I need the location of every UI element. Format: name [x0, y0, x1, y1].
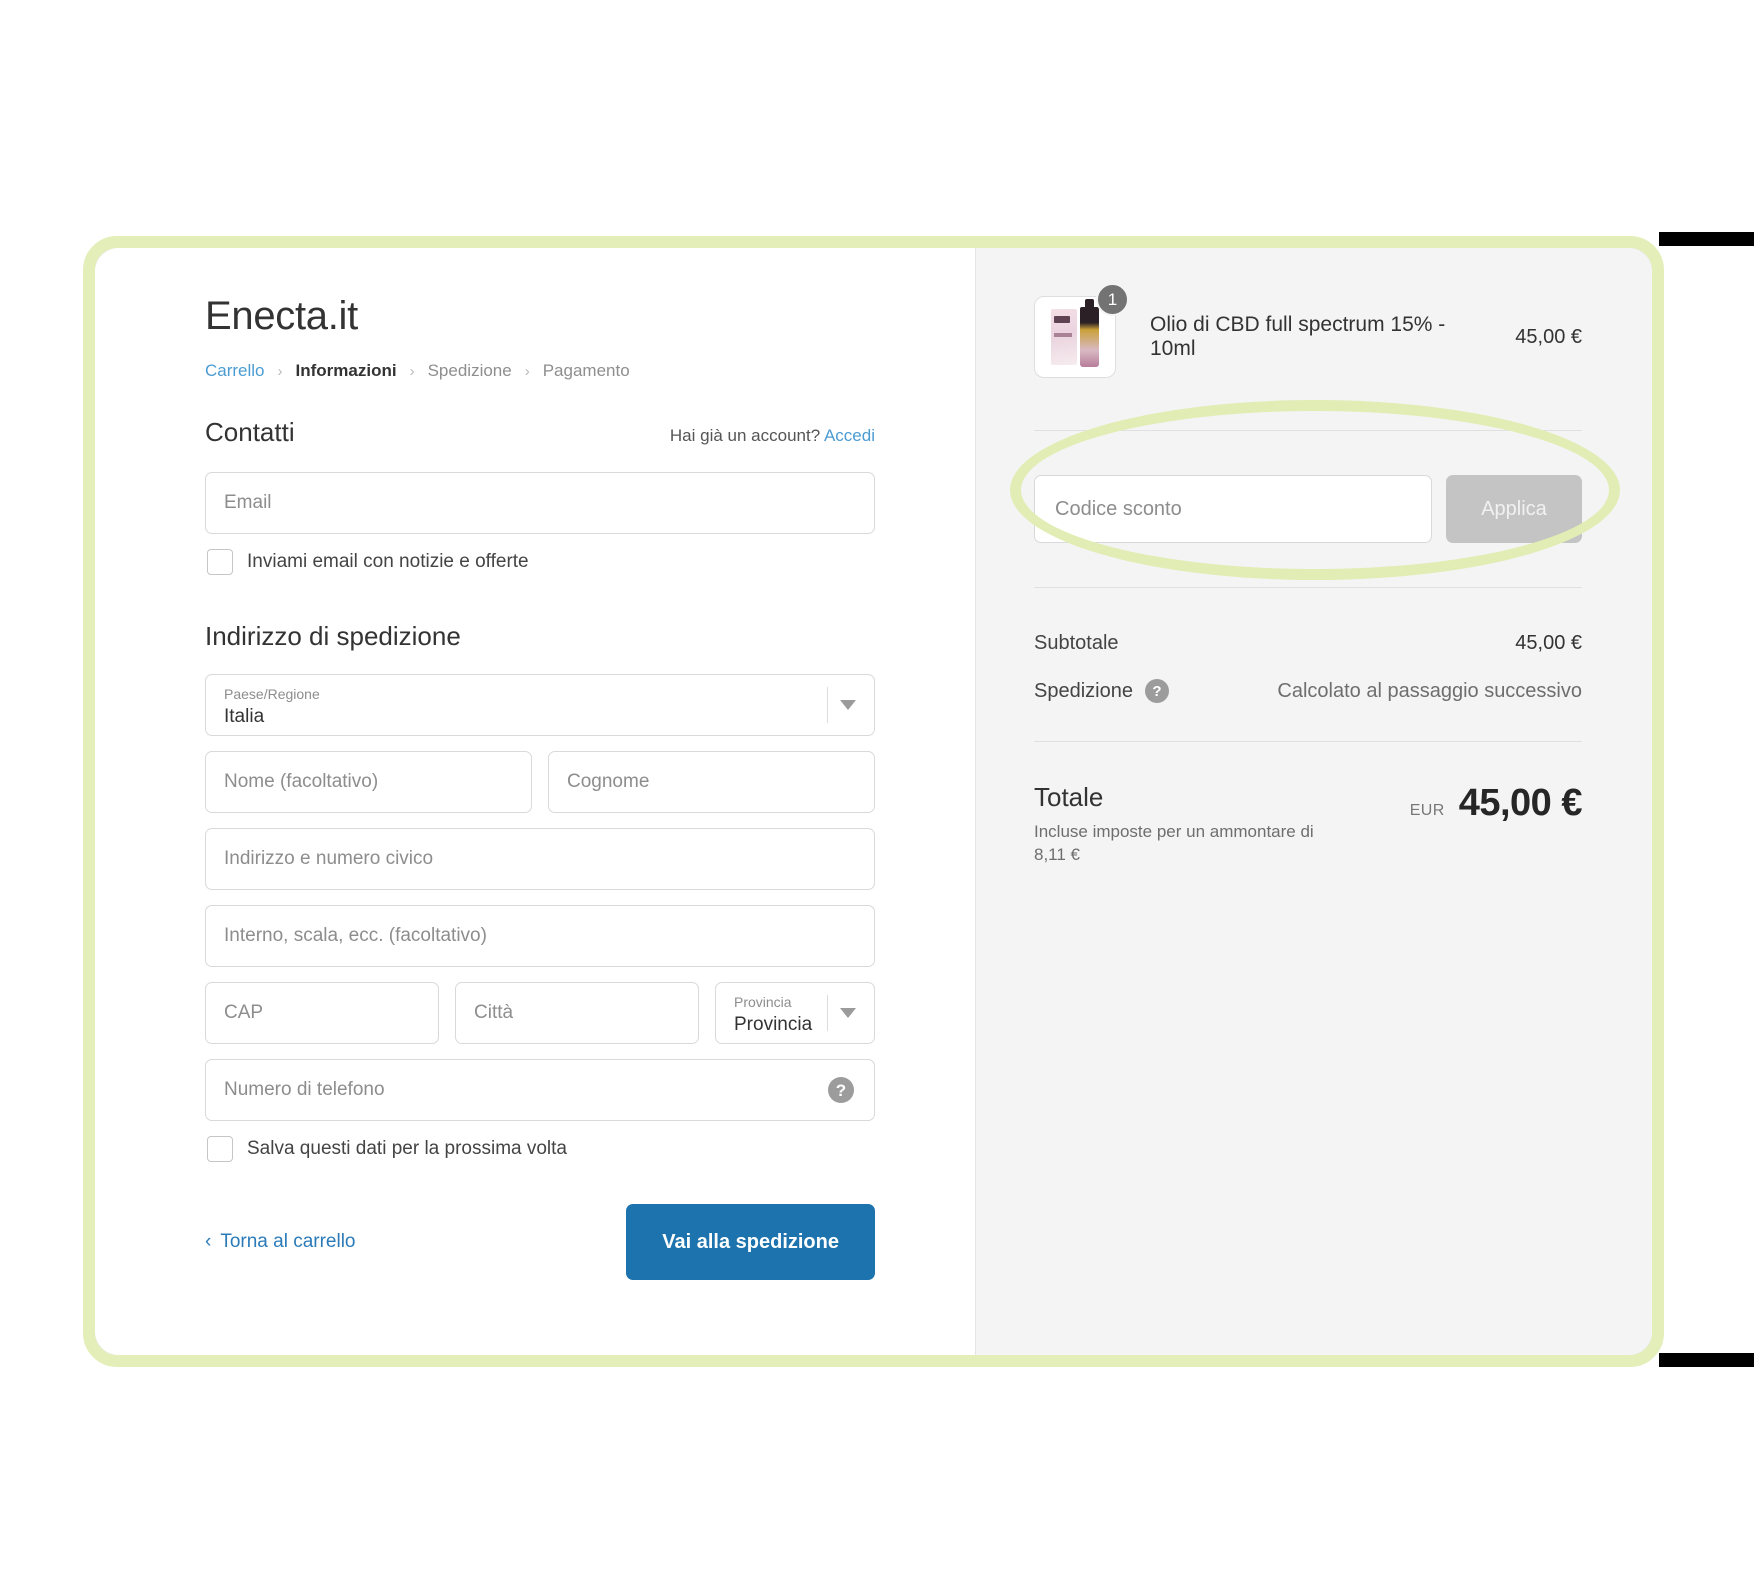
first-name-placeholder: Nome (facoltativo)	[224, 771, 379, 792]
phone-field[interactable]: Numero di telefono ?	[205, 1059, 875, 1121]
apply-discount-button[interactable]: Applica	[1446, 475, 1582, 543]
province-value: Provincia	[734, 1013, 813, 1035]
zip-placeholder: CAP	[224, 1002, 264, 1023]
order-summary-pane: 1 Olio di CBD full spectrum 15% - 10ml 4…	[975, 248, 1652, 1355]
save-info-label: Salva questi dati per la prossima volta	[247, 1138, 567, 1159]
chevron-right-icon: ›	[409, 362, 415, 380]
help-circle-icon[interactable]: ?	[1144, 679, 1169, 703]
product-name: Olio di CBD full spectrum 15% - 10ml	[1150, 313, 1446, 360]
divider-above-totals	[1034, 587, 1582, 588]
breadcrumb-item-informazioni[interactable]: Informazioni	[296, 361, 397, 381]
quantity-badge: 1	[1096, 283, 1129, 316]
product-box-icon	[1051, 309, 1077, 365]
select-divider	[827, 687, 828, 723]
address2-placeholder: Interno, scala, ecc. (facoltativo)	[224, 925, 487, 946]
annotation-bar-bottom	[1659, 1353, 1754, 1367]
email-field[interactable]: Email	[205, 472, 875, 534]
breadcrumb-item-carrello[interactable]: Carrello	[205, 361, 265, 381]
breadcrumb-item-pagamento[interactable]: Pagamento	[543, 361, 630, 381]
chevron-left-icon: ‹	[205, 1231, 212, 1252]
zip-city-province-row: CAP Città Provincia Provincia	[205, 982, 875, 1059]
back-to-cart-link[interactable]: ‹ Torna al carrello	[205, 1231, 356, 1253]
subtotal-row: Subtotale 45,00 €	[1034, 632, 1582, 655]
total-tax-note: Incluse imposte per un ammontare di 8,11…	[1034, 822, 1314, 864]
account-prompt-text: Hai già un account?	[669, 426, 821, 445]
account-prompt: Hai già un account? Accedi	[670, 426, 875, 446]
back-to-cart-label: Torna al carrello	[220, 1231, 356, 1252]
country-label: Paese/Regione	[224, 686, 320, 703]
grand-total-row: Totale Incluse imposte per un ammontare …	[1034, 782, 1583, 867]
breadcrumb-item-spedizione[interactable]: Spedizione	[428, 361, 512, 381]
discount-code-placeholder: Codice sconto	[1055, 497, 1182, 520]
country-value: Italia	[224, 705, 265, 727]
city-placeholder: Città	[474, 1002, 514, 1023]
zip-field[interactable]: CAP	[205, 982, 439, 1044]
continue-to-shipping-button[interactable]: Vai alla spedizione	[626, 1204, 875, 1280]
checkout-form-pane: Enecta.it Carrello › Informazioni › Sped…	[95, 248, 975, 1355]
form-footer: ‹ Torna al carrello Vai alla spedizione	[205, 1204, 875, 1280]
login-link[interactable]: Accedi	[824, 426, 875, 445]
province-select[interactable]: Provincia Provincia	[715, 982, 875, 1044]
annotation-bar-top	[1659, 232, 1754, 246]
newsletter-checkbox[interactable]	[207, 549, 233, 575]
shipping-label-wrap: Spedizione ?	[1034, 679, 1169, 703]
subtotal-value: 45,00 €	[1515, 632, 1582, 654]
shipping-row: Spedizione ? Calcolato al passaggio succ…	[1034, 679, 1582, 703]
chevron-down-icon	[840, 700, 856, 710]
newsletter-checkbox-row[interactable]: Inviami email con notizie e offerte	[207, 549, 875, 575]
help-circle-icon[interactable]: ?	[828, 1077, 854, 1103]
product-thumbnail-wrap: 1	[1034, 283, 1129, 378]
divider-above-discount	[1034, 430, 1582, 431]
shipping-address-title: Indirizzo di spedizione	[205, 621, 461, 651]
grand-total-left: Totale Incluse imposte per un ammontare …	[1034, 782, 1324, 867]
name-row: Nome (facoltativo) Cognome	[205, 751, 875, 828]
select-divider	[827, 995, 828, 1031]
discount-code-row: Codice sconto Applica	[1034, 475, 1582, 543]
shipping-value: Calcolato al passaggio successivo	[1277, 679, 1582, 702]
shipping-label: Spedizione	[1034, 679, 1133, 702]
product-price: 45,00 €	[1515, 325, 1582, 348]
chevron-right-icon: ›	[524, 362, 530, 380]
order-line-item: 1 Olio di CBD full spectrum 15% - 10ml 4…	[1034, 283, 1582, 378]
total-amount: 45,00 €	[1458, 782, 1583, 824]
city-field[interactable]: Città	[455, 982, 699, 1044]
chevron-down-icon	[840, 1008, 856, 1018]
product-bottle-icon	[1080, 299, 1099, 367]
save-info-checkbox[interactable]	[207, 1136, 233, 1162]
contacts-header: Contatti Hai già un account? Accedi	[205, 417, 875, 448]
chevron-right-icon: ›	[277, 362, 283, 380]
address-field[interactable]: Indirizzo e numero civico	[205, 828, 875, 890]
total-label: Totale	[1034, 782, 1104, 812]
store-title: Enecta.it	[205, 294, 358, 338]
province-label: Provincia	[734, 994, 792, 1011]
checkout-card: Enecta.it Carrello › Informazioni › Sped…	[95, 248, 1652, 1355]
country-select[interactable]: Paese/Regione Italia	[205, 674, 875, 736]
currency-code: EUR	[1409, 802, 1445, 819]
save-info-checkbox-row[interactable]: Salva questi dati per la prossima volta	[207, 1136, 875, 1162]
address-placeholder: Indirizzo e numero civico	[224, 848, 434, 869]
newsletter-label: Inviami email con notizie e offerte	[247, 551, 529, 572]
phone-placeholder: Numero di telefono	[224, 1079, 385, 1100]
divider-above-grand-total	[1034, 741, 1582, 742]
email-placeholder: Email	[224, 492, 272, 513]
discount-code-input[interactable]: Codice sconto	[1034, 475, 1432, 543]
grand-total-right: EUR 45,00 €	[1409, 782, 1583, 825]
contacts-title: Contatti	[205, 417, 295, 447]
address2-field[interactable]: Interno, scala, ecc. (facoltativo)	[205, 905, 875, 967]
breadcrumb: Carrello › Informazioni › Spedizione › P…	[205, 361, 875, 381]
last-name-field[interactable]: Cognome	[548, 751, 875, 813]
last-name-placeholder: Cognome	[567, 771, 650, 792]
subtotal-label: Subtotale	[1034, 632, 1119, 654]
first-name-field[interactable]: Nome (facoltativo)	[205, 751, 532, 813]
